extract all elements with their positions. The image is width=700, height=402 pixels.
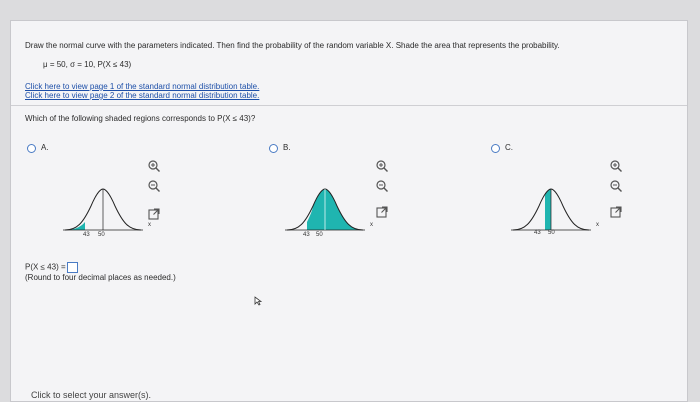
question-parameters: μ = 50, σ = 10, P(X ≤ 43) bbox=[43, 60, 132, 69]
option-a-shaded-area bbox=[65, 222, 85, 230]
option-c-label: C. bbox=[505, 143, 513, 152]
footer-instruction: Click to select your answer(s). bbox=[31, 390, 152, 400]
option-c-radio[interactable] bbox=[491, 144, 500, 153]
option-b-axis-label: x bbox=[370, 222, 373, 228]
option-a-zoom-in-icon[interactable] bbox=[147, 159, 161, 173]
option-a-radio[interactable] bbox=[27, 144, 36, 153]
option-c-zoom-in-icon[interactable] bbox=[609, 159, 623, 173]
option-a-label: A. bbox=[41, 143, 49, 152]
option-b-popout-icon[interactable] bbox=[375, 205, 389, 219]
option-b-curve: x bbox=[285, 186, 375, 234]
option-a-zoom-out-icon[interactable] bbox=[147, 179, 161, 193]
answer-label: P(X ≤ 43) = bbox=[25, 262, 66, 272]
answer-input[interactable] bbox=[66, 262, 78, 273]
question-panel: Draw the normal curve with the parameter… bbox=[10, 20, 688, 402]
option-a-popout-icon[interactable] bbox=[147, 207, 161, 221]
option-a-tick-50: 50 bbox=[98, 232, 105, 238]
option-b-tick-43: 43 bbox=[303, 232, 310, 238]
option-b-zoom-in-icon[interactable] bbox=[375, 159, 389, 173]
option-a-curve: x bbox=[63, 186, 153, 234]
table-page-2-link[interactable]: Click here to view page 2 of the standar… bbox=[25, 91, 259, 100]
option-b-label: B. bbox=[283, 143, 291, 152]
option-c-popout-icon[interactable] bbox=[609, 205, 623, 219]
option-a-tick-43: 43 bbox=[83, 232, 90, 238]
option-b-radio[interactable] bbox=[269, 144, 278, 153]
question-instruction: Draw the normal curve with the parameter… bbox=[25, 41, 560, 50]
rounding-note: (Round to four decimal places as needed.… bbox=[25, 273, 176, 282]
option-a-axis-label: x bbox=[148, 222, 151, 228]
answer-row: P(X ≤ 43) = bbox=[25, 262, 78, 273]
option-b-tick-50: 50 bbox=[316, 232, 323, 238]
option-c-curve: x bbox=[511, 186, 601, 234]
mouse-cursor-icon bbox=[254, 293, 263, 311]
option-c-shaded-area bbox=[545, 189, 551, 230]
option-b-zoom-out-icon[interactable] bbox=[375, 179, 389, 193]
table-page-1-link[interactable]: Click here to view page 1 of the standar… bbox=[25, 82, 259, 91]
option-c-tick-50: 50 bbox=[548, 230, 555, 236]
divider bbox=[11, 105, 687, 106]
option-c-zoom-out-icon[interactable] bbox=[609, 179, 623, 193]
option-c-axis-label: x bbox=[596, 222, 599, 228]
option-b-shaded-area bbox=[307, 189, 363, 230]
option-c-tick-43: 43 bbox=[534, 230, 541, 236]
question-prompt: Which of the following shaded regions co… bbox=[25, 114, 256, 123]
